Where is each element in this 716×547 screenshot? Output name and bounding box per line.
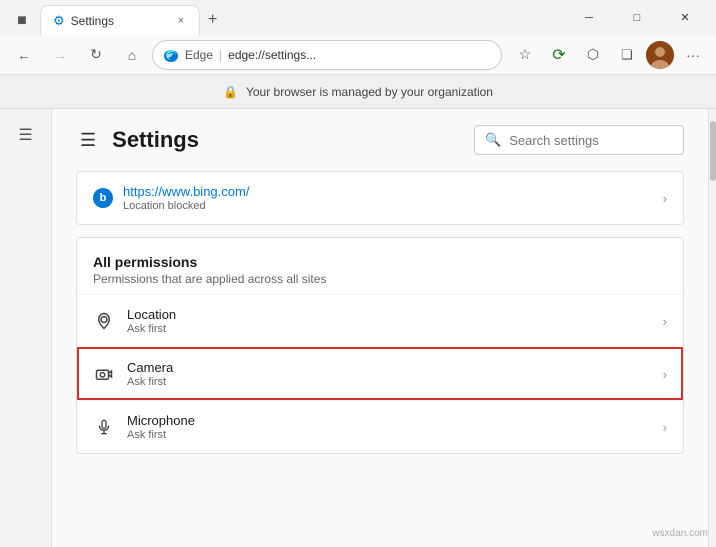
title-bar: ■ ⚙ Settings × + ─ □ ✕ — [0, 0, 716, 35]
settings-title: Settings — [112, 127, 462, 153]
permissions-header: All permissions Permissions that are app… — [77, 238, 683, 294]
permissions-section: All permissions Permissions that are app… — [76, 237, 684, 454]
tab-settings-icon: ⚙ — [53, 13, 65, 29]
back-button[interactable]: ← — [8, 39, 40, 71]
location-info: Location Ask first — [127, 307, 651, 335]
bing-status: Location blocked — [123, 200, 653, 212]
camera-icon — [93, 363, 115, 385]
camera-status: Ask first — [127, 376, 651, 388]
nav-bar: ← → ↻ ⌂ Edge | edge://settings... ☆ ⟳ ⬡ … — [0, 35, 716, 75]
settings-header: ☰ Settings 🔍 — [52, 109, 708, 171]
edge-logo-icon — [163, 47, 179, 63]
bing-info: https://www.bing.com/ Location blocked — [123, 184, 653, 212]
microphone-chevron: › — [663, 420, 667, 435]
nav-icons: ☆ ⟳ ⬡ ❏ ··· — [510, 40, 708, 70]
microphone-name: Microphone — [127, 413, 651, 428]
search-box[interactable]: 🔍 — [474, 125, 684, 155]
profile-avatar[interactable] — [646, 41, 674, 69]
permissions-title: All permissions — [93, 254, 667, 270]
permissions-subtitle: Permissions that are applied across all … — [93, 272, 667, 286]
main-content: ☰ ☰ Settings 🔍 b https://www.bing.com/ L… — [0, 109, 716, 547]
camera-name: Camera — [127, 360, 651, 375]
bing-chevron: › — [663, 191, 667, 206]
settings-content: b https://www.bing.com/ Location blocked… — [52, 171, 708, 470]
permission-camera[interactable]: Camera Ask first › — [77, 347, 683, 400]
search-icon: 🔍 — [485, 132, 501, 148]
forward-button[interactable]: → — [44, 39, 76, 71]
maximize-button[interactable]: □ — [614, 2, 660, 34]
minimize-button[interactable]: ─ — [566, 2, 612, 34]
address-url: edge://settings... — [228, 48, 316, 62]
address-divider: | — [219, 48, 222, 62]
favorites-button[interactable]: ☆ — [510, 40, 540, 70]
scrollbar[interactable] — [708, 109, 716, 547]
home-button[interactable]: ⌂ — [116, 39, 148, 71]
settings-tab[interactable]: ⚙ Settings × — [40, 5, 200, 35]
info-bar-message: Your browser is managed by your organiza… — [246, 85, 493, 99]
more-options-button[interactable]: ··· — [678, 40, 708, 70]
settings-menu-icon[interactable]: ☰ — [76, 126, 100, 155]
collections-button[interactable]: ❏ — [612, 40, 642, 70]
info-bar: 🔒 Your browser is managed by your organi… — [0, 75, 716, 109]
settings-page: ☰ Settings 🔍 b https://www.bing.com/ Loc… — [52, 109, 708, 547]
camera-chevron: › — [663, 367, 667, 382]
location-status: Ask first — [127, 323, 651, 335]
location-icon — [93, 310, 115, 332]
microphone-icon — [93, 416, 115, 438]
permission-location[interactable]: Location Ask first › — [77, 294, 683, 347]
address-bar[interactable]: Edge | edge://settings... — [152, 40, 502, 70]
scrollbar-thumb[interactable] — [710, 121, 716, 181]
tab-settings-label: Settings — [71, 14, 114, 28]
sidebar-menu-icon[interactable]: ☰ — [8, 117, 44, 153]
permission-microphone[interactable]: Microphone Ask first › — [77, 400, 683, 453]
location-chevron: › — [663, 314, 667, 329]
bing-card[interactable]: b https://www.bing.com/ Location blocked… — [76, 171, 684, 225]
microphone-status: Ask first — [127, 429, 651, 441]
search-input[interactable] — [509, 133, 669, 148]
info-bar-icon: 🔒 — [223, 85, 238, 99]
extensions-button[interactable]: ⬡ — [578, 40, 608, 70]
window-controls: ─ □ ✕ — [566, 2, 708, 34]
nav-edge-label: Edge — [185, 48, 213, 62]
microphone-info: Microphone Ask first — [127, 413, 651, 441]
watermark: wsxdan.com — [652, 528, 708, 539]
close-window-button[interactable]: ✕ — [662, 2, 708, 34]
refresh-button[interactable]: ↻ — [80, 39, 112, 71]
sidebar: ☰ — [0, 109, 52, 547]
profile-sync-button[interactable]: ⟳ — [544, 40, 574, 70]
tab-bar: ■ ⚙ Settings × + — [8, 0, 225, 35]
location-name: Location — [127, 307, 651, 322]
close-tab-button[interactable]: × — [175, 14, 187, 28]
bing-logo: b — [93, 188, 113, 208]
camera-info: Camera Ask first — [127, 360, 651, 388]
new-tab-button[interactable]: + — [200, 5, 225, 35]
sidebar-toggle[interactable]: ■ — [8, 7, 36, 35]
bing-url: https://www.bing.com/ — [123, 184, 653, 199]
